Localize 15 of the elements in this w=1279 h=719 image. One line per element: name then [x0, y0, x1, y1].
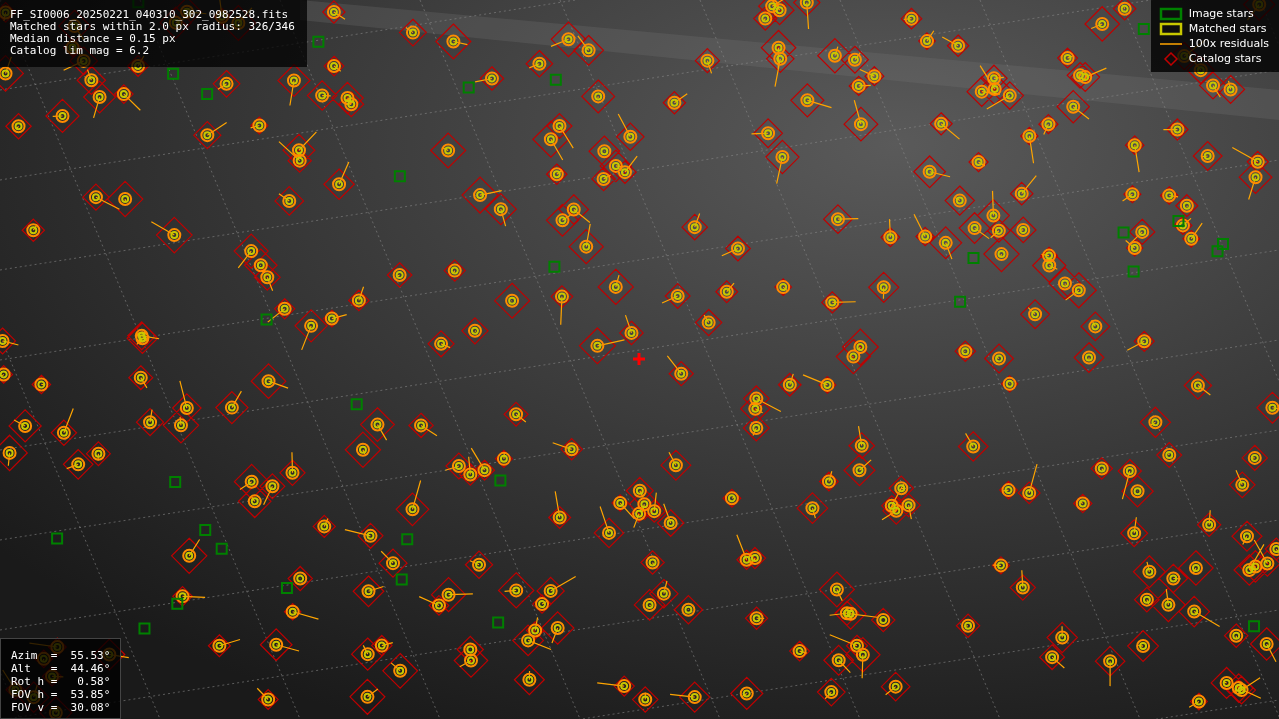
legend-label: Image stars	[1188, 7, 1254, 21]
pointing-text: Azim = 55.53°	[11, 649, 111, 662]
info-text: Matched stars within 2.0 px radius: 326/346	[10, 21, 295, 33]
pointing-text: FOV h = 53.85°	[11, 688, 111, 701]
legend-label: Matched stars	[1188, 22, 1267, 36]
pointing-text: Alt = 44.46°	[11, 662, 111, 675]
legend-label: 100x residuals	[1188, 37, 1269, 51]
pointing-text: Rot h = 0.58°	[11, 675, 111, 688]
info-text: Median distance = 0.15 px	[10, 33, 177, 45]
pointing-text: FOV v = 30.08°	[11, 701, 111, 714]
image-legend-icon	[1158, 7, 1183, 21]
info-text: Catalog lim mag = 6.2	[10, 45, 151, 57]
legend-label: Catalog stars	[1188, 52, 1262, 66]
info-text: FF_SI0006_20250221_040310_302_0982528.fits	[10, 9, 290, 21]
matched-legend-icon	[1158, 22, 1183, 36]
